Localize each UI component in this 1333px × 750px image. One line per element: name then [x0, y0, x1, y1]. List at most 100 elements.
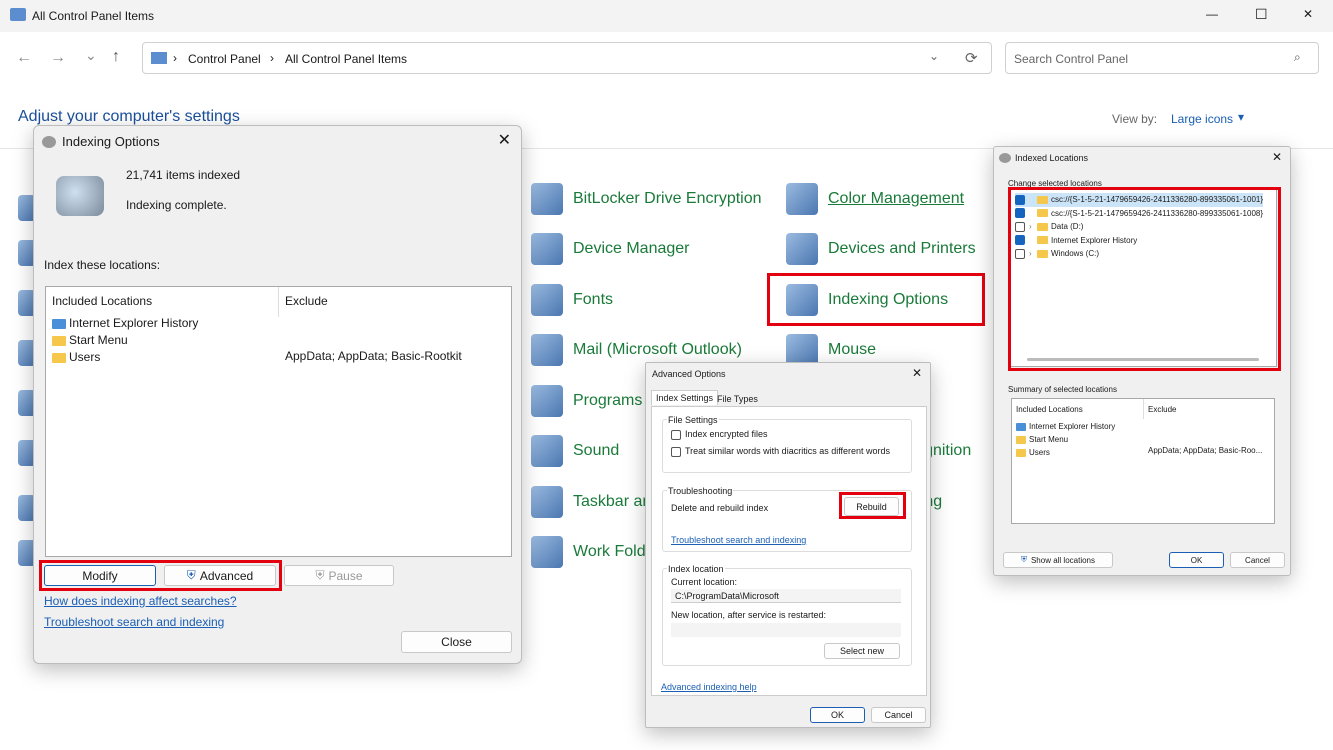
- item-icon: [786, 183, 818, 215]
- troubleshooting-label: Troubleshooting: [667, 486, 734, 496]
- list-item: Start Menu: [52, 332, 198, 349]
- item-icon: [531, 435, 563, 467]
- window-title: All Control Panel Items: [32, 9, 155, 23]
- locations-highlight: [1008, 187, 1281, 371]
- tab-file-types[interactable]: File Types: [714, 392, 761, 406]
- rebuild-label: Delete and rebuild index: [671, 503, 769, 513]
- indexing-icon: [42, 135, 56, 148]
- cancel-button[interactable]: Cancel: [1230, 552, 1285, 568]
- address-dropdown[interactable]: ⌄: [929, 49, 939, 63]
- indexing-help-link[interactable]: How does indexing affect searches?: [44, 594, 237, 608]
- summary-list: Included Locations Exclude Internet Expl…: [1011, 398, 1275, 524]
- cp-item[interactable]: Color Management: [786, 183, 964, 215]
- item-icon: [531, 385, 563, 417]
- cp-item[interactable]: Fonts: [531, 284, 613, 316]
- cancel-button[interactable]: Cancel: [871, 707, 926, 723]
- close-icon[interactable]: ✕: [912, 366, 922, 380]
- current-location-value: C:\ProgramData\Microsoft: [671, 589, 901, 603]
- breadcrumb-all-items[interactable]: All Control Panel Items: [285, 52, 407, 66]
- advanced-options-dialog: Advanced Options ✕ Index Settings File T…: [645, 362, 931, 728]
- item-icon: [786, 233, 818, 265]
- folder-icon: [52, 352, 66, 363]
- close-icon[interactable]: ✕: [498, 130, 511, 150]
- index-location-label: Index location: [667, 564, 725, 574]
- ok-button[interactable]: OK: [810, 707, 865, 723]
- troubleshoot-link[interactable]: Troubleshoot search and indexing: [671, 535, 806, 545]
- shield-icon: ⛨: [315, 568, 325, 582]
- list-item: Internet Explorer History: [52, 315, 198, 332]
- search-box[interactable]: Search Control Panel ⌕: [1005, 42, 1319, 74]
- back-button[interactable]: ←: [16, 49, 32, 67]
- troubleshoot-link[interactable]: Troubleshoot search and indexing: [44, 615, 224, 629]
- search-icon: ⌕: [1294, 50, 1301, 64]
- cp-item[interactable]: Device Manager: [531, 233, 690, 265]
- minimize-button[interactable]: —: [1206, 7, 1218, 21]
- included-rows: Internet Explorer History Start Menu Use…: [52, 315, 198, 366]
- dialog-title: Advanced Options: [652, 369, 726, 379]
- ie-icon: [52, 318, 66, 329]
- select-new-button[interactable]: Select new: [824, 643, 900, 659]
- item-icon: [531, 183, 563, 215]
- dialog-title: Indexing Options: [62, 134, 160, 149]
- diacritics-checkbox[interactable]: Treat similar words with diacritics as d…: [671, 446, 890, 457]
- close-button[interactable]: ✕: [1303, 7, 1313, 21]
- up-button[interactable]: ↑: [112, 48, 120, 66]
- exclude-value: AppData; AppData; Basic-Rootkit: [285, 349, 462, 363]
- address-bar[interactable]: › Control Panel › All Control Panel Item…: [142, 42, 992, 74]
- index-locations-label: Index these locations:: [44, 258, 161, 272]
- rebuild-highlight: [839, 492, 906, 519]
- view-by-label: View by:: [1112, 112, 1158, 126]
- title-bar: All Control Panel Items — ☐ ✕: [0, 0, 1333, 32]
- folder-icon: [52, 335, 66, 346]
- ok-button[interactable]: OK: [1169, 552, 1224, 568]
- new-location-field: [671, 623, 901, 637]
- indexing-icon: [999, 153, 1011, 163]
- summary-label: Summary of selected locations: [1008, 385, 1117, 394]
- list-item: Internet Explorer History: [1016, 420, 1115, 433]
- page-title: Adjust your computer's settings: [18, 108, 240, 125]
- view-by-dropdown[interactable]: Large icons: [1171, 112, 1233, 126]
- indexed-locations-dialog: Indexed Locations ✕ Change selected loca…: [993, 146, 1291, 576]
- indexing-options-dialog: Indexing Options ✕ 21,741 items indexed …: [33, 125, 522, 664]
- cp-item[interactable]: Devices and Printers: [786, 233, 976, 265]
- item-icon: [531, 233, 563, 265]
- search-input[interactable]: Search Control Panel: [1014, 52, 1128, 66]
- advanced-help-link[interactable]: Advanced indexing help: [661, 682, 757, 692]
- forward-button[interactable]: →: [50, 49, 66, 67]
- item-icon: [531, 334, 563, 366]
- buttons-highlight: [39, 560, 282, 591]
- refresh-button[interactable]: ⟳: [965, 49, 978, 67]
- indexing-status: Indexing complete.: [126, 198, 227, 212]
- new-location-label: New location, after service is restarted…: [671, 610, 827, 620]
- items-indexed-count: 21,741 items indexed: [126, 168, 241, 182]
- tab-index-settings[interactable]: Index Settings: [651, 390, 719, 405]
- shield-icon: ⛨: [1020, 555, 1027, 564]
- current-location-label: Current location:: [671, 577, 738, 587]
- close-icon[interactable]: ✕: [1272, 150, 1282, 164]
- cp-item[interactable]: Sound: [531, 435, 619, 467]
- show-all-locations-button[interactable]: ⛨ Show all locations: [1003, 552, 1113, 568]
- indexing-options-highlight: [767, 273, 985, 326]
- column-header-included: Included Locations: [52, 294, 153, 308]
- dialog-title: Indexed Locations: [1015, 153, 1089, 163]
- index-encrypted-checkbox[interactable]: Index encrypted files: [671, 429, 768, 440]
- cp-item[interactable]: BitLocker Drive Encryption: [531, 183, 762, 215]
- list-item: Start Menu: [1016, 433, 1115, 446]
- close-dialog-button[interactable]: Close: [401, 631, 512, 653]
- file-settings-label: File Settings: [667, 415, 719, 425]
- maximize-button[interactable]: ☐: [1255, 6, 1268, 23]
- control-panel-icon: [10, 8, 26, 21]
- recent-locations-button[interactable]: ⌄: [85, 47, 97, 64]
- breadcrumb-control-panel[interactable]: Control Panel: [188, 52, 261, 66]
- column-header-exclude: Exclude: [285, 294, 328, 308]
- item-icon: [531, 536, 563, 568]
- item-icon: [531, 486, 563, 518]
- list-item: Users: [1016, 446, 1115, 459]
- control-panel-icon: [151, 52, 167, 64]
- list-item: Users: [52, 349, 198, 366]
- indexing-drive-icon: [56, 176, 104, 216]
- chevron-down-icon: ▾: [1238, 110, 1245, 124]
- pause-button[interactable]: ⛨ Pause: [284, 565, 394, 586]
- item-icon: [531, 284, 563, 316]
- locations-list[interactable]: Included Locations Exclude Internet Expl…: [45, 286, 512, 557]
